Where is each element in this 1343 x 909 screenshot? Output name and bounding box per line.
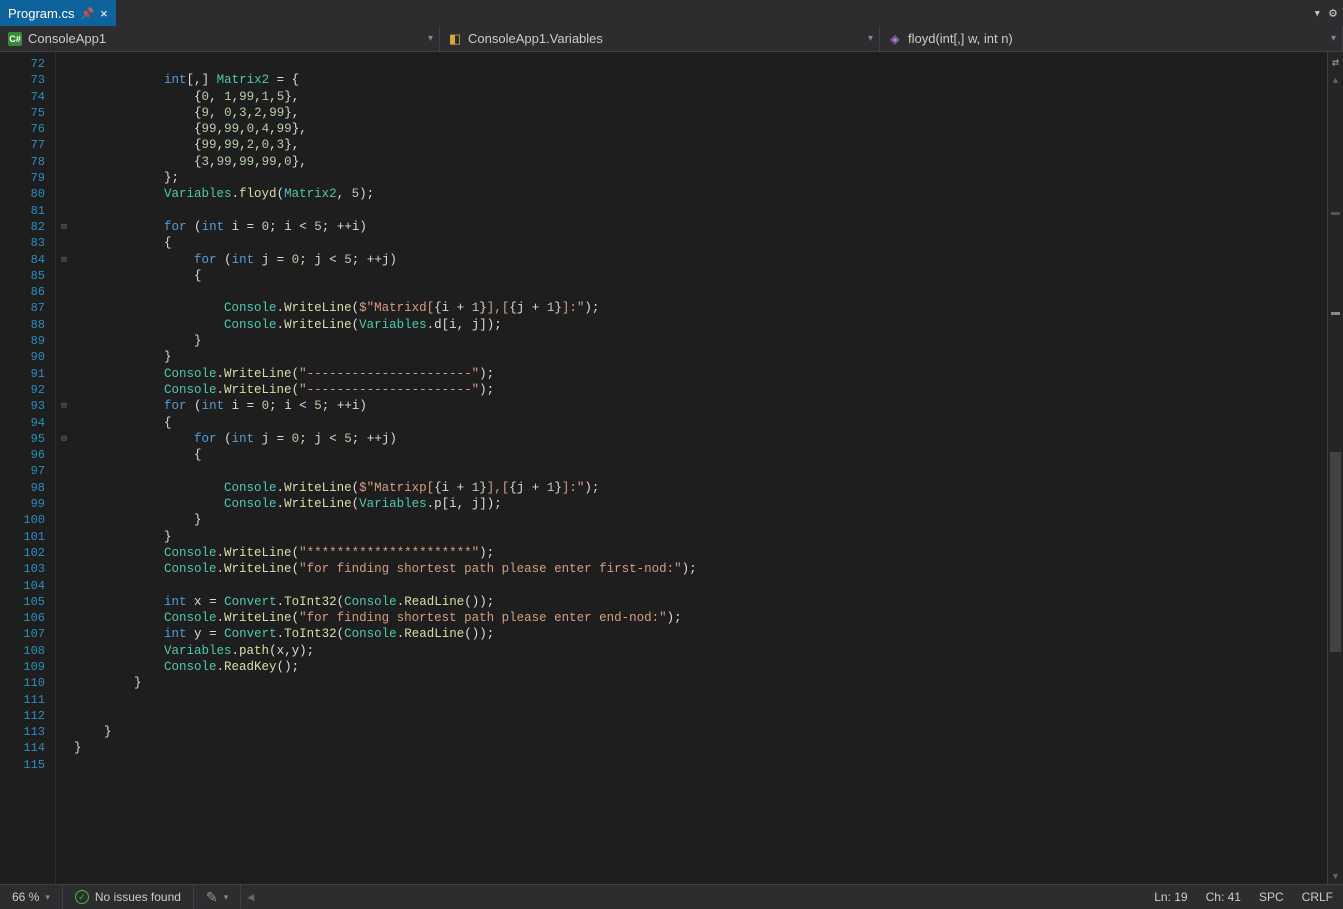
chevron-down-icon: ▾ xyxy=(868,33,873,44)
scroll-down-icon[interactable]: ▼ xyxy=(1328,872,1343,882)
error-status[interactable]: ✓ No issues found xyxy=(63,885,194,909)
chevron-down-icon: ▾ xyxy=(45,892,50,903)
scrollbar-mark xyxy=(1331,212,1340,215)
tab-bar: Program.cs 📌 × ▾ ⚙ xyxy=(0,0,1343,26)
check-icon: ✓ xyxy=(75,890,89,904)
indent-mode[interactable]: SPC xyxy=(1259,890,1284,904)
scrollbar-thumb[interactable] xyxy=(1330,452,1341,652)
scroll-up-icon[interactable]: ▲ xyxy=(1328,76,1343,86)
scroll-left-icon[interactable]: ◀ xyxy=(241,892,260,903)
cleanup-button[interactable]: ✎ ▾ xyxy=(194,885,241,909)
tab-overflow-icon[interactable]: ▾ xyxy=(1313,6,1321,21)
file-tab[interactable]: Program.cs 📌 × xyxy=(0,0,116,26)
fold-column[interactable]: ⊟⊟⊟⊟ xyxy=(56,52,72,884)
cursor-line[interactable]: Ln: 19 xyxy=(1154,890,1187,904)
code-editor[interactable]: 7273747576777879808182838485868788899091… xyxy=(0,52,1327,884)
chevron-down-icon: ▾ xyxy=(428,33,433,44)
status-bar: 66 % ▾ ✓ No issues found ✎ ▾ ◀ Ln: 19 Ch… xyxy=(0,884,1343,909)
issues-text: No issues found xyxy=(95,890,181,904)
line-gutter: 7273747576777879808182838485868788899091… xyxy=(0,52,56,884)
scrollbar-mark xyxy=(1331,312,1340,315)
method-name: floyd(int[,] w, int n) xyxy=(908,31,1013,46)
chevron-down-icon: ▾ xyxy=(1331,33,1336,44)
class-icon: ◧ xyxy=(448,32,462,46)
project-selector[interactable]: C# ConsoleApp1 ▾ xyxy=(0,26,440,51)
class-selector[interactable]: ◧ ConsoleApp1.Variables ▾ xyxy=(440,26,880,51)
zoom-level[interactable]: 66 % ▾ xyxy=(0,885,63,909)
code-area[interactable]: int[,] Matrix2 = { {0, 1,99,1,5}, {9, 0,… xyxy=(72,52,1327,884)
split-editor-icon[interactable]: ⇄ xyxy=(1328,52,1343,72)
method-icon: ◈ xyxy=(888,32,902,46)
csharp-icon: C# xyxy=(8,32,22,46)
project-name: ConsoleApp1 xyxy=(28,31,106,46)
method-selector[interactable]: ◈ floyd(int[,] w, int n) ▾ xyxy=(880,26,1343,51)
navigation-bar: C# ConsoleApp1 ▾ ◧ ConsoleApp1.Variables… xyxy=(0,26,1343,52)
close-icon[interactable]: × xyxy=(100,6,108,21)
cursor-col[interactable]: Ch: 41 xyxy=(1206,890,1241,904)
class-name: ConsoleApp1.Variables xyxy=(468,31,603,46)
tab-title: Program.cs xyxy=(8,6,74,21)
gear-icon[interactable]: ⚙ xyxy=(1329,6,1337,21)
broom-icon: ✎ xyxy=(206,889,218,906)
vertical-scrollbar[interactable]: ⇄ ▲ ▼ xyxy=(1327,52,1343,884)
chevron-down-icon: ▾ xyxy=(224,892,229,903)
pin-icon[interactable]: 📌 xyxy=(80,7,94,20)
zoom-value: 66 % xyxy=(12,890,39,904)
line-ending[interactable]: CRLF xyxy=(1302,890,1333,904)
